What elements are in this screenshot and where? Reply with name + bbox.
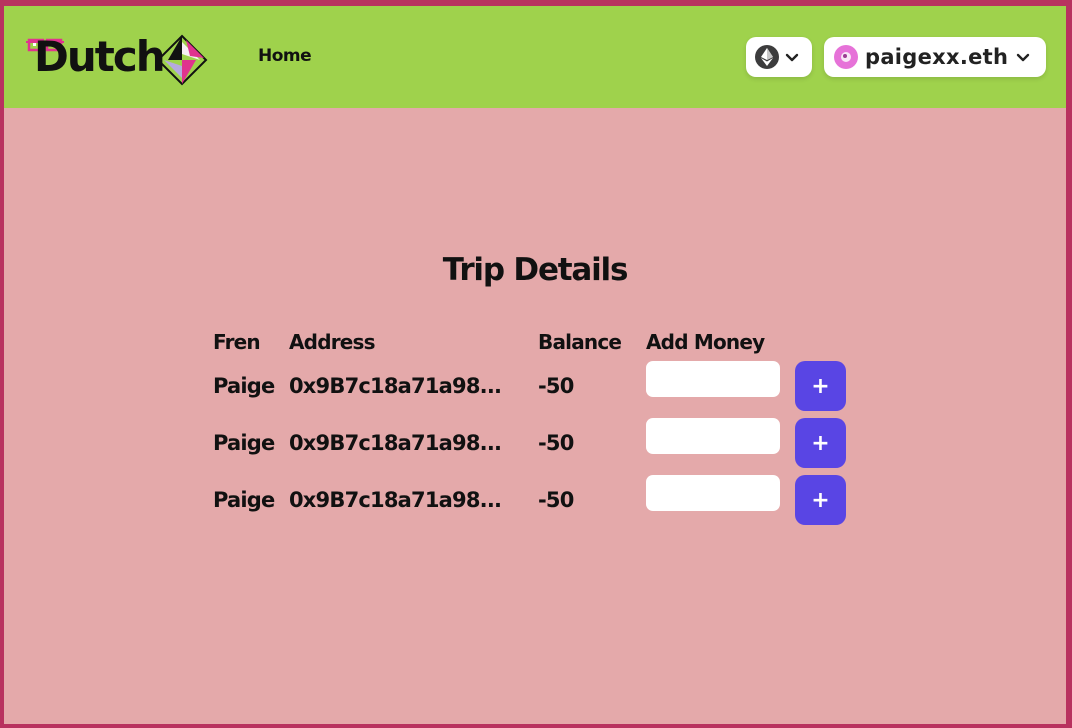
column-header-fren: Fren bbox=[213, 330, 261, 354]
fren-balance: -50 bbox=[538, 374, 574, 398]
network-selector[interactable] bbox=[746, 37, 812, 77]
fren-name: Paige bbox=[213, 431, 275, 455]
add-money-button[interactable]: + bbox=[795, 475, 846, 525]
fren-address: 0x9B7c18a71a98... bbox=[289, 374, 502, 398]
add-money-input[interactable] bbox=[646, 418, 780, 454]
add-money-button[interactable]: + bbox=[795, 361, 846, 411]
column-header-balance: Balance bbox=[538, 330, 622, 354]
diamond-logo-icon bbox=[156, 34, 208, 86]
account-name: paigexx.eth bbox=[865, 45, 1009, 69]
app-frame: Dutch Home paigexx.eth Trip Details Fren… bbox=[4, 6, 1066, 724]
page-title: Trip Details bbox=[442, 252, 629, 288]
column-header-address: Address bbox=[289, 330, 376, 354]
add-money-input[interactable] bbox=[646, 361, 780, 397]
fren-balance: -50 bbox=[538, 431, 574, 455]
account-button[interactable]: paigexx.eth bbox=[824, 37, 1046, 77]
fren-address: 0x9B7c18a71a98... bbox=[289, 488, 502, 512]
chevron-down-icon bbox=[1017, 53, 1030, 61]
fren-balance: -50 bbox=[538, 488, 574, 512]
dutch-logo[interactable]: Dutch bbox=[26, 30, 216, 86]
add-money-button[interactable]: + bbox=[795, 418, 846, 468]
navbar: Dutch Home paigexx.eth bbox=[4, 6, 1066, 108]
column-header-add-money: Add Money bbox=[646, 330, 765, 354]
fren-name: Paige bbox=[213, 374, 275, 398]
fren-name: Paige bbox=[213, 488, 275, 512]
nav-home-link[interactable]: Home bbox=[258, 46, 312, 66]
fren-address: 0x9B7c18a71a98... bbox=[289, 431, 502, 455]
ethereum-icon bbox=[755, 45, 779, 69]
add-money-input[interactable] bbox=[646, 475, 780, 511]
brand-name: Dutch bbox=[34, 32, 166, 81]
avatar bbox=[834, 45, 858, 69]
chevron-down-icon bbox=[785, 53, 799, 61]
